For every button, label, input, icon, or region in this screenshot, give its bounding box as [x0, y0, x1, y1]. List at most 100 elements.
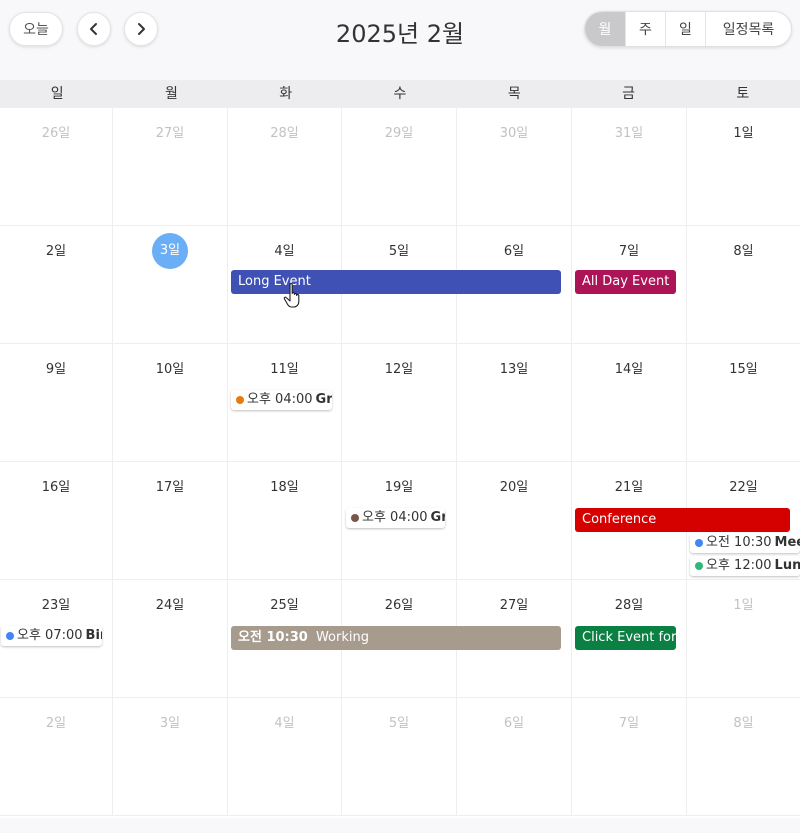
date-label[interactable]: 23일: [0, 594, 112, 613]
date-label[interactable]: 12일: [342, 358, 456, 377]
event-group-meeting[interactable]: 오후 04:00Gro: [231, 390, 332, 410]
weekday-label: 토: [736, 86, 750, 102]
event-group-meeting[interactable]: 오후 04:00Gro: [346, 508, 445, 528]
date-label[interactable]: 31일: [572, 122, 686, 141]
date-label[interactable]: 2일: [0, 712, 112, 731]
day-cell[interactable]: 29일: [342, 108, 457, 226]
prev-month-button[interactable]: [77, 12, 111, 46]
day-cell[interactable]: 13일: [457, 344, 572, 462]
date-label[interactable]: 9일: [0, 358, 112, 377]
date-label[interactable]: 5일: [342, 240, 456, 259]
view-list-button[interactable]: 일정목록: [706, 12, 791, 46]
date-label[interactable]: 16일: [0, 476, 112, 495]
event-time: 오전 10:30: [238, 630, 308, 645]
date-label[interactable]: 19일: [342, 476, 456, 495]
today-date-label[interactable]: 3일: [152, 233, 188, 269]
event-conference[interactable]: Conference: [575, 508, 790, 532]
day-cell[interactable]: 15일: [687, 344, 800, 462]
day-cell[interactable]: 16일: [0, 462, 113, 580]
day-cell[interactable]: 14일: [572, 344, 687, 462]
date-label[interactable]: 21일: [572, 476, 686, 495]
date-label[interactable]: 1일: [687, 122, 800, 141]
date-label[interactable]: 26일: [342, 594, 456, 613]
today-button[interactable]: 오늘: [9, 12, 63, 46]
day-cell[interactable]: 12일: [342, 344, 457, 462]
date-label[interactable]: 18일: [228, 476, 341, 495]
day-cell[interactable]: 8일: [687, 226, 800, 344]
date-label[interactable]: 27일: [113, 122, 227, 141]
next-month-button[interactable]: [124, 12, 158, 46]
date-label[interactable]: 6일: [457, 712, 571, 731]
date-label[interactable]: 8일: [687, 240, 800, 259]
day-cell[interactable]: 3일: [113, 226, 228, 344]
date-label[interactable]: 7일: [572, 240, 686, 259]
day-cell[interactable]: 18일: [228, 462, 342, 580]
day-cell[interactable]: 9일: [0, 344, 113, 462]
day-cell[interactable]: 2일: [0, 226, 113, 344]
date-label[interactable]: 15일: [687, 358, 800, 377]
date-label[interactable]: 20일: [457, 476, 571, 495]
day-cell[interactable]: 17일: [113, 462, 228, 580]
date-label[interactable]: 24일: [113, 594, 227, 613]
day-cell[interactable]: 1일: [687, 108, 800, 226]
date-label[interactable]: 3일: [113, 712, 227, 731]
date-label[interactable]: 28일: [572, 594, 686, 613]
event-lunch[interactable]: 오후 12:00 Lun: [690, 556, 800, 576]
date-label[interactable]: 5일: [342, 712, 456, 731]
day-cell[interactable]: 6일: [457, 698, 572, 816]
date-label[interactable]: 17일: [113, 476, 227, 495]
event-working[interactable]: 오전 10:30 Working: [231, 626, 561, 650]
date-label[interactable]: 29일: [342, 122, 456, 141]
week-row: 2일 3일 4일 5일 6일 7일 8일: [0, 698, 800, 816]
date-label[interactable]: 10일: [113, 358, 227, 377]
day-cell[interactable]: 31일: [572, 108, 687, 226]
event-title: Gro: [315, 392, 332, 407]
date-label[interactable]: 7일: [572, 712, 686, 731]
date-label[interactable]: 6일: [457, 240, 571, 259]
date-label[interactable]: 27일: [457, 594, 571, 613]
event-meeting[interactable]: 오전 10:30Mee: [690, 533, 800, 553]
chevron-right-icon: [138, 23, 145, 35]
day-cell[interactable]: 28일: [228, 108, 342, 226]
day-cell[interactable]: 7일: [572, 698, 687, 816]
date-label[interactable]: 28일: [228, 122, 341, 141]
event-title: Conference: [582, 512, 657, 527]
date-label[interactable]: 2일: [0, 240, 112, 259]
day-cell[interactable]: 10일: [113, 344, 228, 462]
event-time: 오후 04:00: [362, 510, 428, 525]
event-dot: [695, 562, 703, 570]
date-label[interactable]: 14일: [572, 358, 686, 377]
event-birthday[interactable]: 오후 07:00Birt: [1, 626, 102, 646]
date-label[interactable]: 11일: [228, 358, 341, 377]
date-label[interactable]: 8일: [687, 712, 800, 731]
event-title: All Day Event: [582, 274, 670, 289]
view-month-button[interactable]: 월: [585, 12, 626, 46]
date-label[interactable]: 30일: [457, 122, 571, 141]
day-cell[interactable]: 4일: [228, 698, 342, 816]
day-cell[interactable]: 27일: [113, 108, 228, 226]
date-label[interactable]: 4일: [228, 240, 341, 259]
view-day-button[interactable]: 일: [666, 12, 706, 46]
event-click-event[interactable]: Click Event for G: [575, 626, 676, 650]
day-cell[interactable]: 20일: [457, 462, 572, 580]
day-cell[interactable]: 24일: [113, 580, 228, 698]
event-all-day[interactable]: All Day Event: [575, 270, 676, 294]
day-cell[interactable]: 30일: [457, 108, 572, 226]
date-label[interactable]: 13일: [457, 358, 571, 377]
calendar-title: 2025년 2월: [335, 20, 465, 48]
day-cell[interactable]: 26일: [0, 108, 113, 226]
view-switcher: 월 주 일 일정목록: [584, 11, 792, 47]
date-label[interactable]: 22일: [687, 476, 800, 495]
day-cell[interactable]: 1일: [687, 580, 800, 698]
date-label[interactable]: 25일: [228, 594, 341, 613]
event-long-event[interactable]: Long Event: [231, 270, 561, 294]
day-cell[interactable]: 3일: [113, 698, 228, 816]
date-label[interactable]: 1일: [687, 594, 800, 613]
event-dot: [351, 514, 359, 522]
date-label[interactable]: 4일: [228, 712, 341, 731]
view-week-button[interactable]: 주: [626, 12, 666, 46]
day-cell[interactable]: 2일: [0, 698, 113, 816]
date-label[interactable]: 26일: [0, 122, 112, 141]
day-cell[interactable]: 5일: [342, 698, 457, 816]
day-cell[interactable]: 8일: [687, 698, 800, 816]
